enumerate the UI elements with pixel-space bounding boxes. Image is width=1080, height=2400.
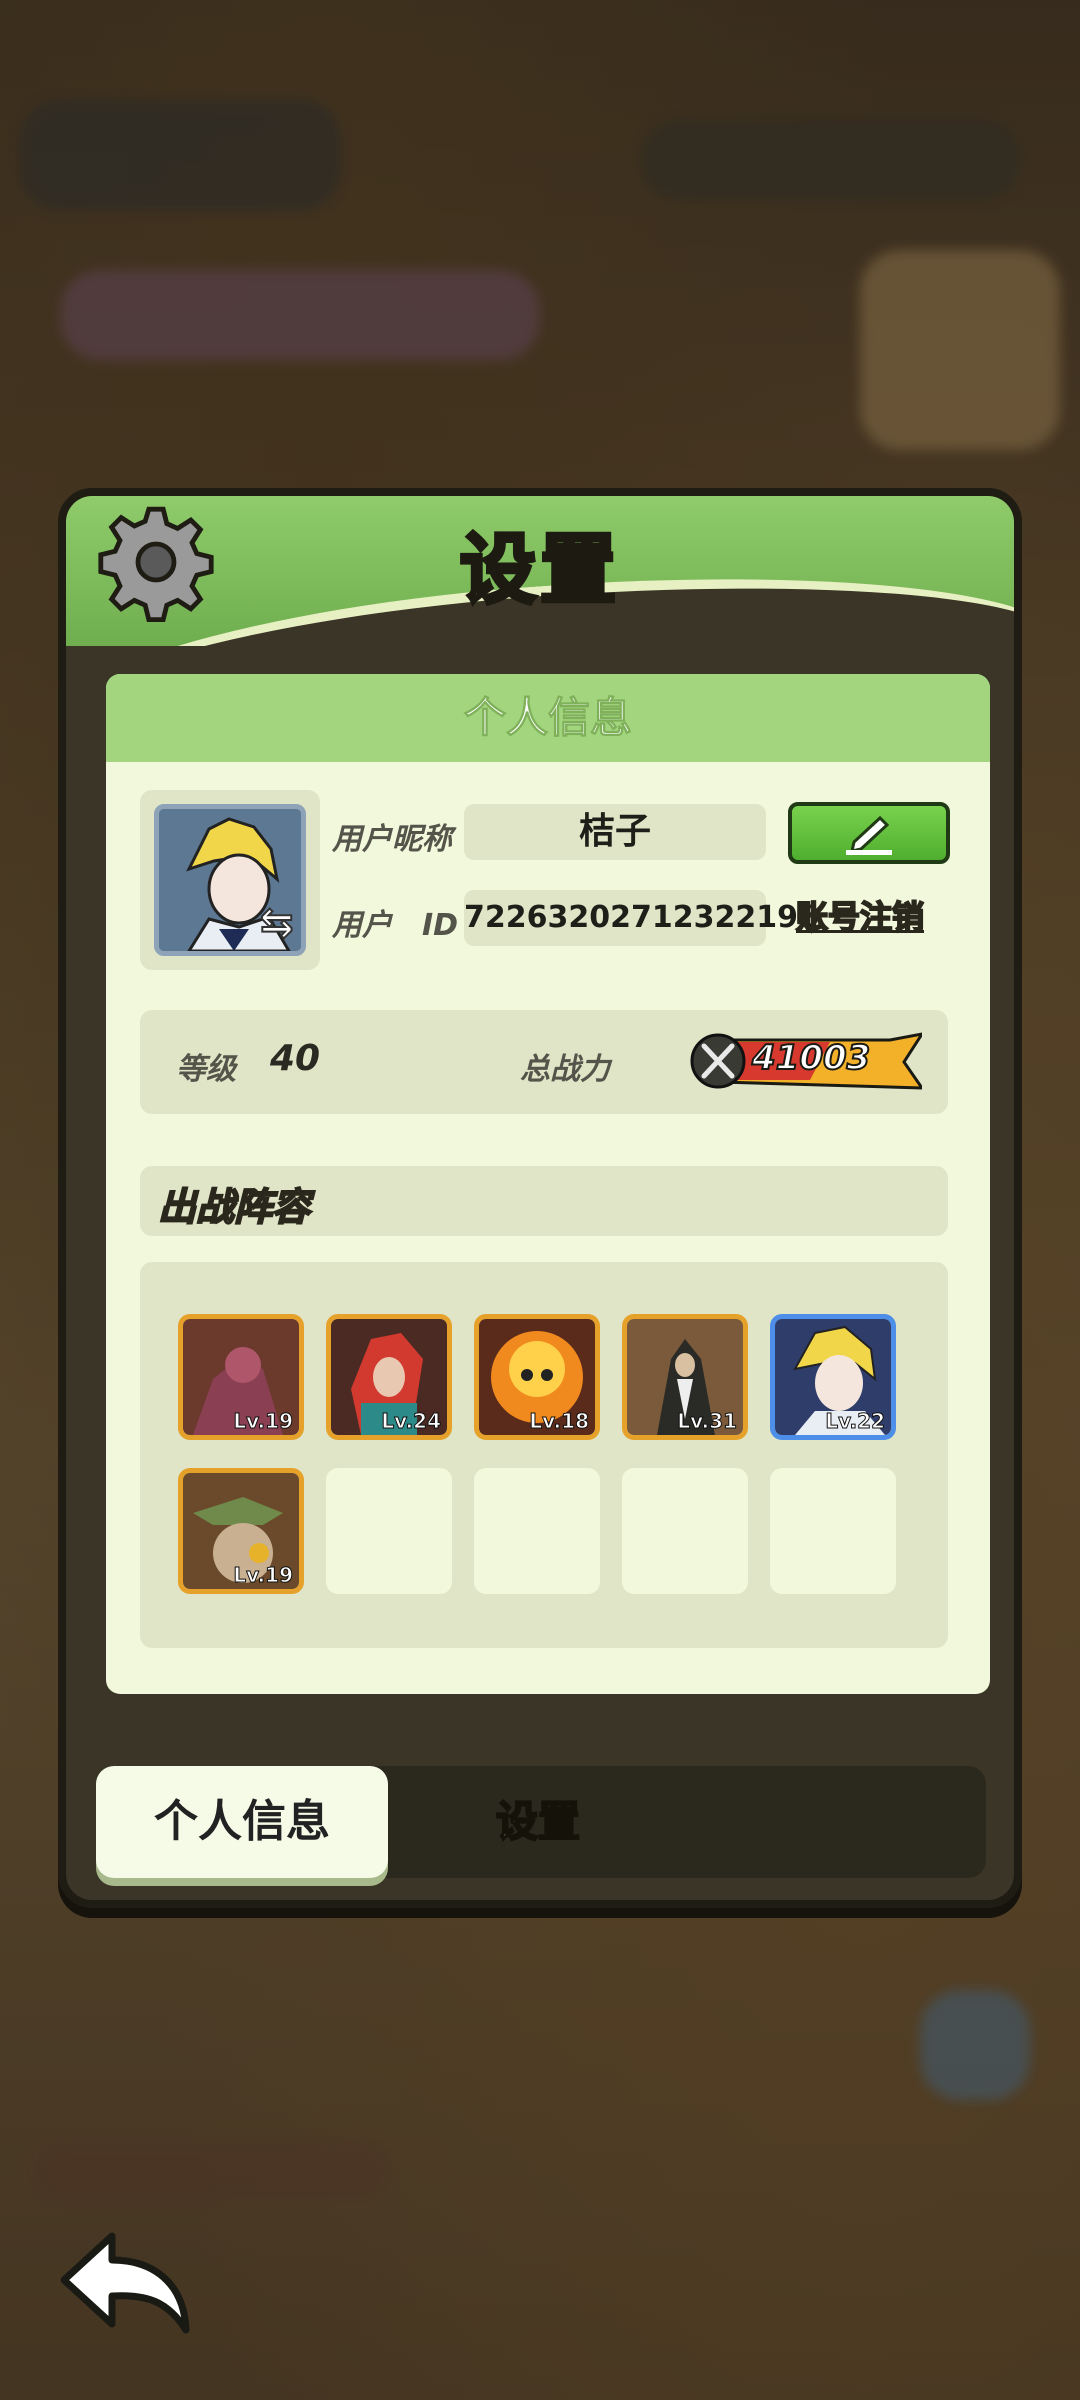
hero-level: Lv.19 (233, 1563, 294, 1588)
cancel-account-link[interactable]: 账号注销 (795, 892, 925, 938)
hero-slot[interactable]: Lv.24 (326, 1314, 452, 1440)
edit-nickname-button[interactable] (788, 802, 950, 864)
user-id-label: 用户 ID (332, 908, 459, 943)
hero-slot[interactable]: Lv.19 (178, 1468, 304, 1594)
settings-dialog: 设置 个人信息 ⇆ 用户昵称 桔子 用户 ID 7226320271232219… (58, 488, 1022, 1908)
hero-level: Lv.24 (381, 1409, 442, 1434)
power-badge: 41003 (690, 1032, 922, 1090)
tab-personal-info[interactable]: 个人信息 (96, 1766, 388, 1878)
nickname-label: 用户昵称 (332, 822, 452, 857)
user-id-field: 72263202712322196 (464, 890, 819, 946)
level-value: 40 (270, 1038, 321, 1079)
pencil-icon (846, 815, 892, 855)
tab-bar: 个人信息 设置 (96, 1766, 986, 1878)
hero-slot[interactable]: Lv.18 (474, 1314, 600, 1440)
empty-hero-slot[interactable] (770, 1468, 896, 1594)
personal-info-panel: 个人信息 ⇆ 用户昵称 桔子 用户 ID 72263202712322196 账… (106, 674, 990, 1694)
hero-slot[interactable]: Lv.19 (178, 1314, 304, 1440)
lineup-title: 出战阵容 (157, 1184, 311, 1230)
hero-slot[interactable]: Lv.31 (622, 1314, 748, 1440)
panel-title: 个人信息 (106, 674, 990, 762)
lineup-header: 出战阵容 (140, 1166, 948, 1236)
lineup-roster: Lv.19 Lv.24 Lv.18 Lv.31 Lv.22 Lv.19 (140, 1262, 948, 1648)
hero-level: Lv.31 (677, 1409, 738, 1434)
empty-hero-slot[interactable] (326, 1468, 452, 1594)
empty-hero-slot[interactable] (474, 1468, 600, 1594)
tab-settings[interactable]: 设置 (495, 1766, 581, 1878)
nickname-field: 桔子 (464, 804, 766, 860)
back-arrow-icon[interactable] (56, 2230, 196, 2340)
empty-hero-slot[interactable] (622, 1468, 748, 1594)
power-value: 41003 (751, 1037, 871, 1079)
dialog-header: 设置 (66, 496, 1014, 646)
level-label: 等级 (176, 1052, 236, 1087)
avatar-button[interactable]: ⇆ (140, 790, 320, 970)
stats-bar: 等级 40 总战力 41003 (140, 1010, 948, 1114)
swap-icon: ⇆ (259, 899, 294, 947)
hero-level: Lv.19 (233, 1409, 294, 1434)
hero-level: Lv.22 (825, 1409, 886, 1434)
hero-level: Lv.18 (529, 1409, 590, 1434)
hero-slot[interactable]: Lv.22 (770, 1314, 896, 1440)
dialog-title: 设置 (458, 523, 620, 616)
power-label: 总战力 (520, 1052, 610, 1087)
